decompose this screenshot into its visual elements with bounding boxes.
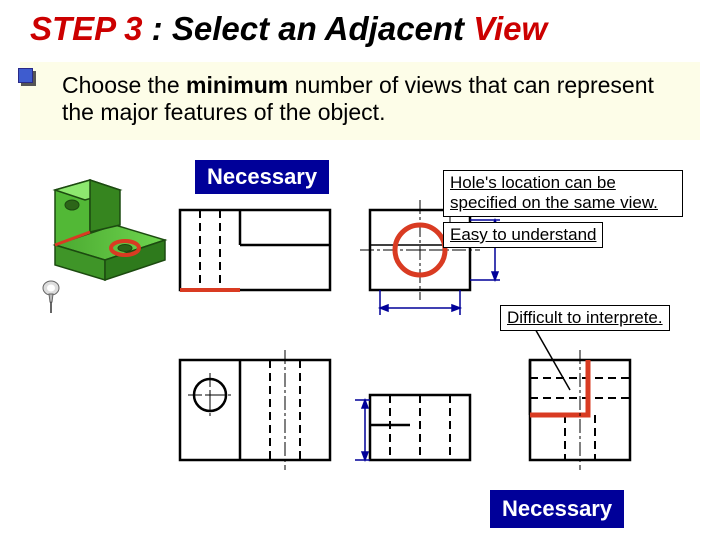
necessary-label-top: Necessary bbox=[195, 160, 329, 194]
callout-easy: Easy to understand bbox=[443, 222, 603, 248]
instruction-text: Choose the minimum number of views that … bbox=[62, 72, 684, 126]
pushpin-icon bbox=[40, 280, 62, 314]
necessary-label-bottom: Necessary bbox=[490, 490, 624, 528]
instruction-bold: minimum bbox=[186, 72, 288, 98]
view-bottom-left bbox=[180, 350, 330, 470]
title-view: View bbox=[464, 10, 547, 47]
view-bottom-middle bbox=[355, 395, 470, 460]
view-bottom-right bbox=[530, 320, 630, 470]
view-top-right bbox=[360, 200, 500, 315]
callout-hole-location: Hole's location can be specified on the … bbox=[443, 170, 683, 217]
callout-difficult: Difficult to interprete. bbox=[500, 305, 670, 331]
title-colon: : bbox=[143, 10, 172, 47]
title-step: STEP 3 bbox=[30, 10, 143, 47]
view-top-left bbox=[180, 210, 330, 290]
slide-title: STEP 3 : Select an Adjacent View bbox=[30, 10, 690, 48]
instruction-box: Choose the minimum number of views that … bbox=[20, 62, 700, 140]
orthographic-drawing bbox=[170, 190, 710, 520]
instruction-pre: Choose the bbox=[62, 72, 186, 98]
isometric-view bbox=[20, 170, 170, 290]
title-mid: Select an Adjacent bbox=[172, 10, 464, 47]
bullet-icon bbox=[18, 68, 33, 83]
